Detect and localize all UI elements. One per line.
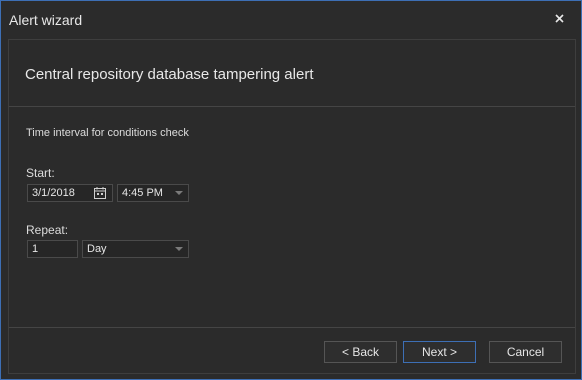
cancel-button[interactable]: Cancel	[489, 341, 562, 363]
alert-wizard-window: Alert wizard Central repository database…	[0, 0, 582, 380]
close-button[interactable]	[551, 10, 569, 28]
repeat-count-input[interactable]: 1	[27, 240, 78, 258]
chevron-down-icon	[175, 247, 183, 251]
footer-divider	[9, 327, 575, 328]
start-date-picker[interactable]: 3/1/2018	[27, 184, 113, 202]
section-label: Time interval for conditions check	[26, 127, 189, 139]
repeat-unit-select[interactable]: Day	[82, 240, 189, 258]
wizard-panel: Central repository database tampering al…	[8, 39, 576, 374]
chevron-down-icon	[175, 191, 183, 195]
repeat-label: Repeat:	[26, 223, 69, 237]
start-time-select[interactable]: 4:45 PM	[117, 184, 189, 202]
page-title: Central repository database tampering al…	[25, 66, 314, 83]
wizard-header: Central repository database tampering al…	[9, 40, 575, 107]
title-bar: Alert wizard	[1, 1, 581, 39]
start-date-value: 3/1/2018	[32, 187, 75, 199]
start-time-value: 4:45 PM	[122, 187, 163, 199]
repeat-count-value: 1	[32, 243, 39, 255]
next-button[interactable]: Next >	[403, 341, 476, 363]
back-button[interactable]: < Back	[324, 341, 397, 363]
close-icon	[555, 14, 564, 23]
start-label: Start:	[26, 166, 55, 180]
window-title: Alert wizard	[9, 12, 83, 28]
repeat-unit-value: Day	[87, 243, 107, 255]
calendar-icon[interactable]	[94, 187, 106, 199]
